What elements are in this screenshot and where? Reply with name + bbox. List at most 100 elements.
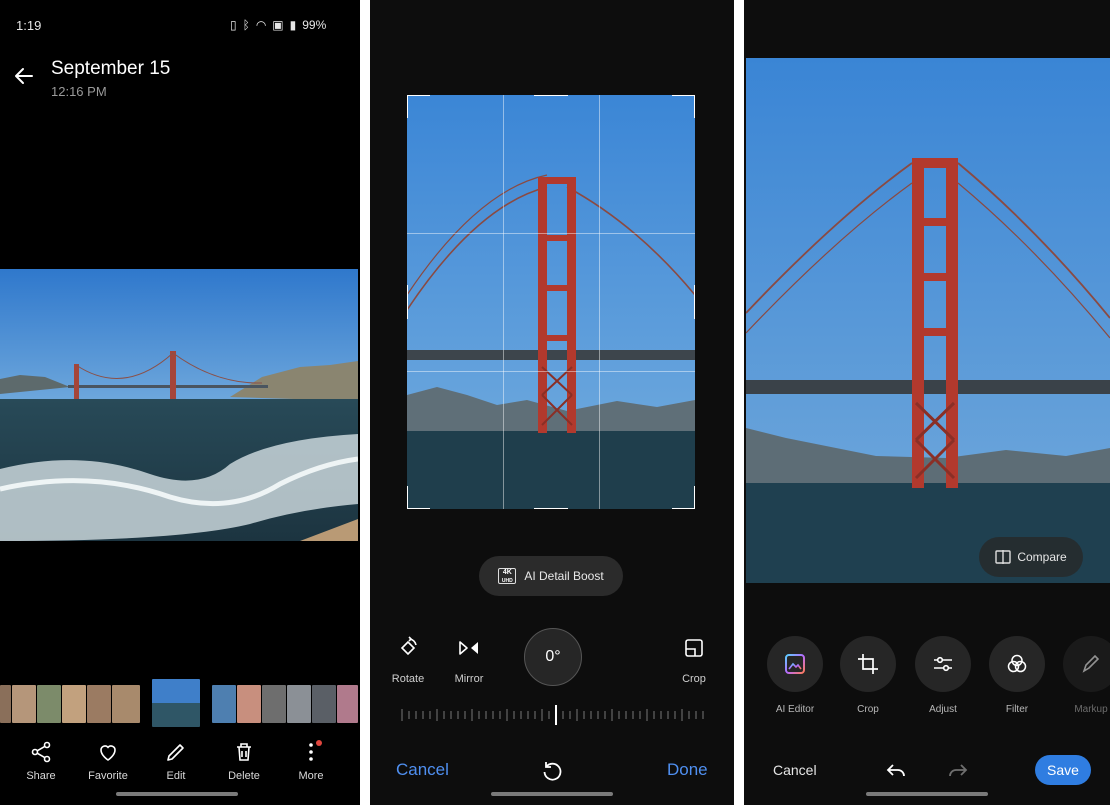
badge-uhd-text: UHD (501, 578, 513, 584)
thumbnail[interactable] (287, 685, 311, 723)
more-button[interactable]: More (279, 740, 343, 782)
crop-handle-top[interactable] (534, 95, 568, 96)
thumbnail[interactable] (262, 685, 286, 723)
pen-icon (1082, 654, 1100, 673)
done-button[interactable]: Done (667, 760, 708, 780)
battery-icon: ▮ (289, 18, 297, 32)
adjust-button[interactable]: Adjust (908, 636, 978, 715)
ai-editor-button[interactable]: AI Editor (760, 636, 830, 715)
share-label: Share (26, 770, 56, 782)
crop-handle-bottom[interactable] (534, 508, 568, 509)
mirror-button[interactable]: Mirror (439, 636, 499, 685)
crop-handle-bottom-right[interactable] (672, 486, 695, 509)
home-indicator[interactable] (116, 792, 238, 796)
thumbnail[interactable] (212, 685, 236, 723)
thumbnail[interactable] (337, 685, 358, 723)
share-icon (31, 741, 51, 763)
crop-handle-top-left[interactable] (407, 95, 430, 118)
photo-viewer-screen: 1:19 ▯ ᛒ ◠ ▣ ▮ 99% September 15 12:16 PM (0, 0, 360, 805)
thumbnail[interactable] (87, 685, 111, 723)
badge-4k-text: 4K (502, 569, 512, 576)
adjust-label: Adjust (929, 704, 957, 715)
rotation-angle-dial[interactable]: 0° (524, 628, 582, 686)
cancel-button[interactable]: Cancel (396, 760, 449, 780)
thumbnail[interactable] (312, 685, 336, 723)
crop-image[interactable] (407, 95, 695, 509)
crop-label: Crop (682, 673, 706, 685)
markup-button[interactable]: Markup (1056, 636, 1110, 715)
rotate-icon (400, 636, 417, 656)
more-label: More (298, 770, 324, 782)
crop-handle-top-right[interactable] (672, 95, 695, 118)
status-time: 1:19 (16, 18, 42, 33)
nfc-icon: ▣ (272, 18, 284, 32)
crop-handle-bottom-left[interactable] (407, 486, 430, 509)
home-indicator[interactable] (491, 792, 613, 796)
thumbnail[interactable] (112, 685, 140, 723)
vibrate-icon: ▯ (230, 18, 237, 32)
edited-photo[interactable] (746, 58, 1110, 583)
home-indicator[interactable] (866, 792, 988, 796)
trash-icon (237, 743, 251, 761)
battery-percent: 99% (302, 18, 327, 32)
crop-icon (858, 654, 878, 674)
thumbnail-selected[interactable] (152, 679, 200, 727)
editor-screen: Compare AI Editor Crop Adjust Filter Mar… (744, 0, 1110, 805)
undo-icon[interactable] (884, 759, 908, 783)
rotate-button[interactable]: Rotate (378, 636, 438, 685)
angle-ruler[interactable] (398, 705, 706, 725)
crop-handle-left[interactable] (407, 285, 408, 319)
delete-button[interactable]: Delete (212, 740, 276, 782)
ai-detail-boost-label: AI Detail Boost (524, 569, 604, 583)
mirror-icon (459, 641, 478, 655)
thumbnail[interactable] (12, 685, 36, 723)
edit-label: Edit (166, 770, 186, 782)
thumbnail-strip[interactable] (0, 679, 360, 727)
redo-icon[interactable] (946, 759, 970, 783)
grid-line (407, 371, 695, 372)
reset-icon[interactable] (540, 759, 564, 783)
favorite-button[interactable]: Favorite (76, 740, 140, 782)
sliders-icon (934, 656, 952, 672)
delete-label: Delete (228, 770, 260, 782)
mirror-label: Mirror (454, 673, 484, 685)
4k-uhd-icon: 4K UHD (498, 568, 517, 584)
cancel-button[interactable]: Cancel (773, 762, 817, 778)
crop-ratio-icon (685, 639, 703, 657)
ai-editor-label: AI Editor (775, 704, 815, 715)
thumbnail[interactable] (62, 685, 86, 723)
photo-date-title: September 15 (51, 58, 171, 79)
crop-tool-button[interactable]: Crop (833, 636, 903, 715)
compare-icon (995, 550, 1012, 564)
grid-line (503, 95, 504, 509)
pencil-icon (167, 744, 184, 761)
photo-beach-bridge[interactable] (0, 269, 358, 541)
crop-ratio-button[interactable]: Crop (664, 636, 724, 685)
crop-tool-label: Crop (857, 704, 879, 715)
grid-line (407, 233, 695, 234)
save-button[interactable]: Save (1035, 755, 1091, 785)
rotate-label: Rotate (391, 673, 425, 685)
filter-button[interactable]: Filter (982, 636, 1052, 715)
filter-icon (1007, 654, 1027, 673)
grid-line (599, 95, 600, 509)
ai-detail-boost-button[interactable]: 4K UHD AI Detail Boost (479, 556, 623, 596)
back-arrow-icon[interactable] (10, 64, 38, 92)
ai-editor-icon (785, 654, 805, 674)
compare-label: Compare (1017, 550, 1067, 564)
filter-label: Filter (1005, 704, 1029, 715)
compare-button[interactable]: Compare (979, 537, 1083, 577)
crop-handle-right[interactable] (694, 285, 695, 319)
bluetooth-icon: ᛒ (242, 18, 250, 32)
status-icons: ▯ ᛒ ◠ ▣ ▮ 99% (230, 18, 326, 32)
favorite-label: Favorite (88, 770, 128, 782)
share-button[interactable]: Share (9, 740, 73, 782)
notification-dot (316, 740, 322, 746)
thumbnail[interactable] (237, 685, 261, 723)
markup-label: Markup (1074, 704, 1108, 715)
thumbnail[interactable] (37, 685, 61, 723)
edit-button[interactable]: Edit (144, 740, 208, 782)
crop-screen: 4K UHD AI Detail Boost Rotate Mirror 0° C… (370, 0, 734, 805)
heart-icon (100, 745, 116, 761)
thumbnail[interactable] (0, 685, 11, 723)
